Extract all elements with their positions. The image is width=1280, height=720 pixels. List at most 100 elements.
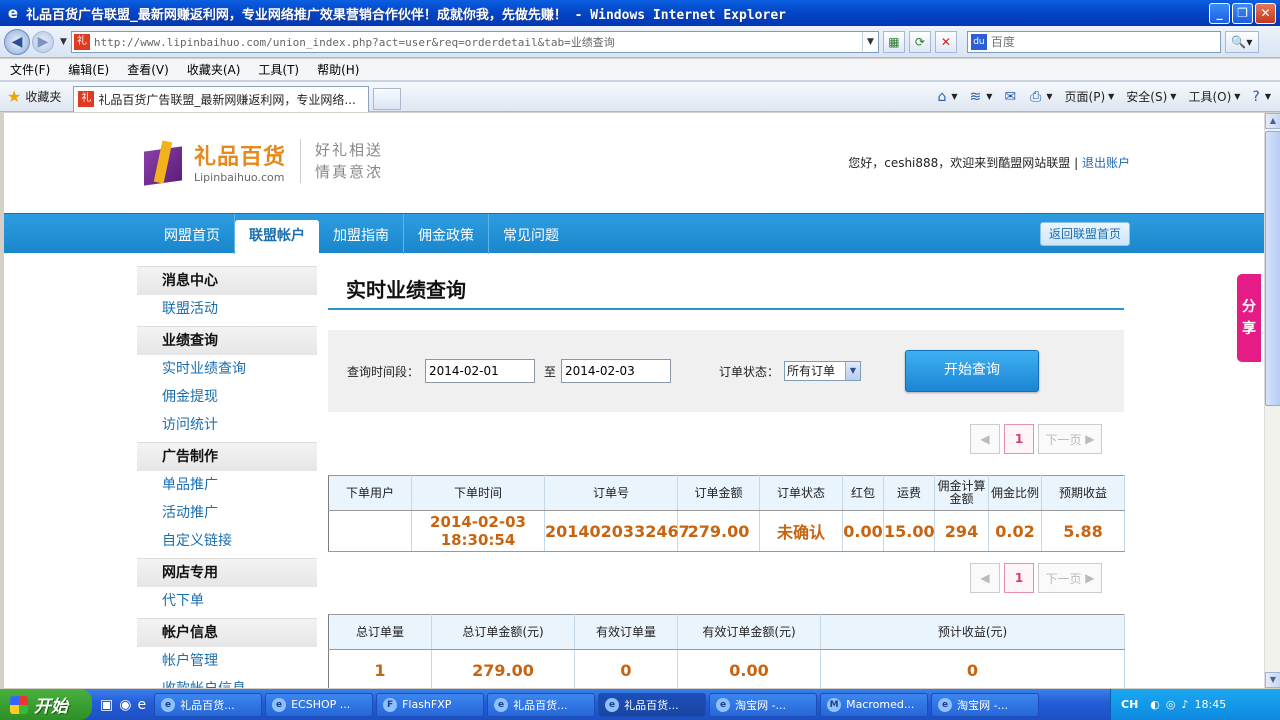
refresh-icon: ⟳ [914, 34, 925, 49]
taskbar-item[interactable]: e 礼品百货... [487, 692, 596, 717]
pager-top: ◀ 1 下一页 ▶ [966, 424, 1102, 454]
tools-menu[interactable]: 工具(O) ▼ [1183, 88, 1245, 105]
sidebar-item-visit-stats[interactable]: 访问统计 [137, 411, 317, 439]
history-dropdown-icon[interactable]: ▼ [60, 37, 67, 47]
url-text[interactable]: http://www.lipinbaihuo.com/union_index.p… [94, 34, 862, 50]
minimize-button[interactable]: _ [1209, 2, 1230, 24]
orders-table: 下单用户 下单时间 订单号 订单金额 订单状态 红包 运费 佣金计算金额 佣金比… [328, 475, 1125, 552]
sidebar-heading: 消息中心 [137, 266, 317, 295]
table-row: 1 279.00 0 0.00 0 [328, 649, 1125, 688]
taskbar-item[interactable]: e 礼品百货... [154, 692, 263, 717]
site-logo[interactable]: 礼品百货 Lipinbaihuo.com 好礼相送 情真意浓 [138, 137, 383, 186]
quick-launch-icon[interactable]: ◉ [119, 697, 131, 713]
search-button[interactable]: 🔍 ▾ [1224, 30, 1259, 53]
start-button[interactable]: 开始 [0, 689, 92, 720]
url-dropdown-icon[interactable]: ▼ [861, 31, 878, 52]
scroll-thumb[interactable] [1265, 131, 1280, 406]
prev-page-button[interactable]: ◀ [970, 563, 1000, 593]
sidebar-item-proxy-order[interactable]: 代下单 [137, 587, 317, 615]
scroll-down-icon[interactable]: ▼ [1265, 672, 1280, 688]
to-label: 至 [544, 365, 557, 379]
logo-text-cn: 礼品百货 [194, 144, 287, 170]
sidebar-item-withdraw[interactable]: 佣金提现 [137, 383, 317, 411]
sidebar-item-custom-link[interactable]: 自定义链接 [137, 527, 317, 555]
menu-favorites[interactable]: 收藏夹(A) [187, 61, 241, 78]
tray-icon[interactable]: ◎ [1166, 698, 1176, 711]
nav-home[interactable]: 网盟首页 [150, 214, 235, 254]
start-date-input[interactable] [425, 359, 535, 383]
sidebar-item-realtime-performance[interactable]: 实时业绩查询 [137, 355, 317, 383]
address-bar[interactable]: 礼 http://www.lipinbaihuo.com/union_index… [70, 30, 879, 53]
pager-bottom: ◀ 1 下一页 ▶ [966, 563, 1102, 593]
forward-button[interactable]: ▶ [32, 30, 54, 53]
prev-page-button[interactable]: ◀ [970, 424, 1000, 454]
back-home-button[interactable]: 返回联盟首页 [1039, 222, 1130, 246]
taskbar-item[interactable]: e 淘宝网 -... [931, 692, 1040, 717]
stop-button[interactable]: ✕ [934, 30, 957, 53]
menu-view[interactable]: 查看(V) [127, 61, 169, 78]
taskbar-item[interactable]: e ECSHOP ... [265, 692, 374, 717]
taskbar-item[interactable]: e 礼品百货... [598, 692, 707, 717]
nav-guide[interactable]: 加盟指南 [319, 214, 404, 254]
search-input[interactable] [990, 34, 1220, 49]
browser-tab[interactable]: 礼 礼品百货广告联盟_最新网赚返利网，专业网络... [73, 85, 370, 112]
search-box[interactable]: du [966, 30, 1221, 53]
next-page-button[interactable]: 下一页 ▶ [1038, 424, 1102, 454]
sidebar-heading: 广告制作 [137, 442, 317, 471]
mail-button[interactable]: ✉ [999, 89, 1023, 105]
menu-help[interactable]: 帮助(H) [317, 61, 359, 78]
sidebar-heading: 业绩查询 [137, 326, 317, 355]
start-query-button[interactable]: 开始查询 [905, 350, 1039, 392]
end-date-input[interactable] [561, 359, 671, 383]
print-button[interactable]: ⎙ ▼ [1025, 89, 1057, 105]
sidebar-item-activity-promo[interactable]: 活动推广 [137, 499, 317, 527]
sidebar-item-payee-info[interactable]: 收款帐户信息 [137, 675, 317, 688]
menu-file[interactable]: 文件(F) [10, 61, 50, 78]
refresh-button[interactable]: ⟳ [908, 30, 931, 53]
mail-icon: ✉ [1004, 88, 1017, 105]
nav-account[interactable]: 联盟帐户 [235, 220, 319, 254]
stop-icon: ✕ [940, 34, 951, 49]
favorites-button[interactable]: 收藏夹 [25, 88, 61, 105]
sidebar-item-union-activity[interactable]: 联盟活动 [137, 295, 317, 323]
page-current[interactable]: 1 [1004, 424, 1034, 454]
compatibility-button[interactable]: ▦ [882, 30, 905, 53]
logout-link[interactable]: 退出账户 [1082, 156, 1130, 170]
quick-launch-icon[interactable]: e [137, 697, 146, 713]
favorites-bar: ★ 收藏夹 礼 礼品百货广告联盟_最新网赚返利网，专业网络... ⌂ ▼ ≋ ▼ ✉… [0, 82, 1280, 112]
taskbar-item[interactable]: F FlashFXP [376, 692, 485, 717]
tray-icon[interactable]: ◐ [1150, 698, 1160, 711]
menu-tools[interactable]: 工具(T) [258, 61, 299, 78]
safety-menu[interactable]: 安全(S) ▼ [1121, 88, 1181, 105]
order-status-select[interactable]: 所有订单 ▼ [784, 361, 861, 381]
favorites-star-icon[interactable]: ★ [7, 87, 21, 106]
taskbar-item[interactable]: M Macromed... [820, 692, 929, 717]
home-button[interactable]: ⌂ ▼ [933, 89, 963, 105]
page-scrollbar[interactable]: ▲ ▼ [1264, 113, 1280, 688]
next-page-button[interactable]: 下一页 ▶ [1038, 563, 1102, 593]
menu-edit[interactable]: 编辑(E) [68, 61, 109, 78]
sidebar-item-product-promo[interactable]: 单品推广 [137, 471, 317, 499]
taskbar-item[interactable]: e 淘宝网 -... [709, 692, 818, 717]
sidebar-item-account-manage[interactable]: 帐户管理 [137, 647, 317, 675]
feeds-button[interactable]: ≋ ▼ [965, 89, 998, 105]
chevron-right-icon: ▶ [1085, 571, 1095, 585]
new-tab-button[interactable] [373, 87, 402, 110]
help-button[interactable]: ? ▼ [1247, 89, 1276, 105]
page-current[interactable]: 1 [1004, 563, 1034, 593]
nav-commission-policy[interactable]: 佣金政策 [404, 214, 489, 254]
quick-launch-icon[interactable]: ▣ [100, 697, 113, 713]
page-menu[interactable]: 页面(P) ▼ [1060, 88, 1120, 105]
back-button[interactable]: ◀ [4, 28, 30, 55]
close-button[interactable]: ✕ [1255, 2, 1276, 24]
restore-button[interactable]: ❐ [1232, 2, 1253, 24]
column-header: 运费 [883, 475, 935, 511]
tray-icon[interactable]: ♪ [1182, 698, 1189, 711]
language-indicator[interactable]: CH [1121, 698, 1138, 711]
scroll-up-icon[interactable]: ▲ [1265, 113, 1280, 129]
nav-faq[interactable]: 常见问题 [489, 214, 573, 254]
table-cell: 279.00 [431, 649, 575, 688]
page-viewport: 礼品百货 Lipinbaihuo.com 好礼相送 情真意浓 您好，ceshi8… [4, 113, 1264, 688]
share-tab[interactable]: 分 享 [1237, 274, 1261, 362]
column-header: 订单号 [544, 475, 678, 511]
